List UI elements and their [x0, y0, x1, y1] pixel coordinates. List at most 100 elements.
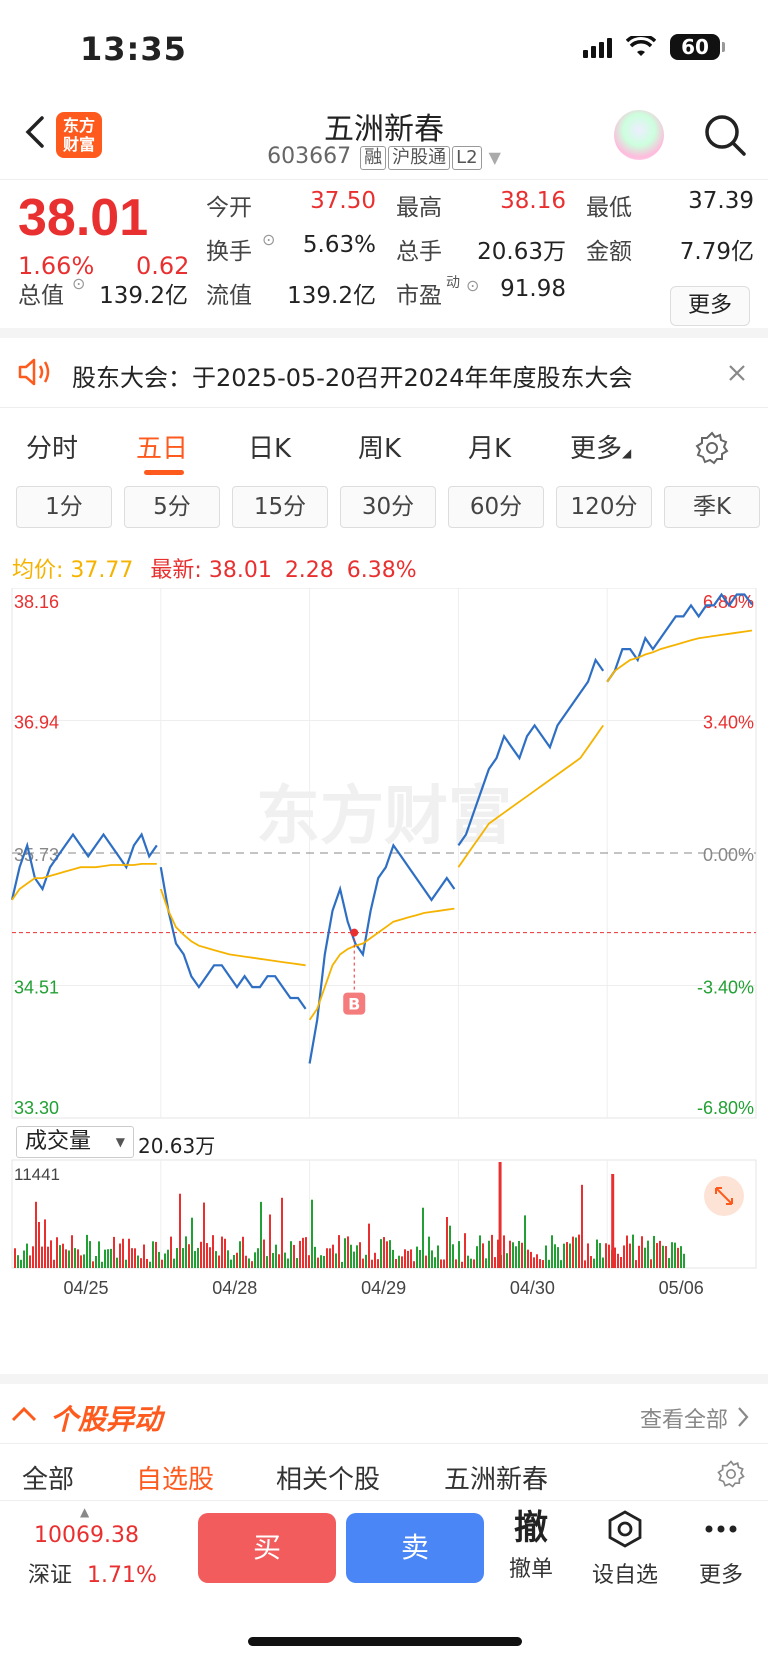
volume-bar — [671, 1242, 673, 1268]
volume-bar — [191, 1217, 193, 1268]
volume-bar — [257, 1248, 259, 1268]
tab-five-day[interactable]: 五日 — [136, 428, 188, 465]
stock-alert-section[interactable]: 个股异动 查看全部 — [0, 1374, 768, 1444]
float-value: 139.2亿 — [287, 283, 376, 309]
subtab-5min[interactable]: 5分 — [124, 486, 220, 528]
subtab-60min[interactable]: 60分 — [448, 486, 544, 528]
volume-bar — [434, 1257, 436, 1268]
volume-bar — [323, 1255, 325, 1268]
settings-gear-icon[interactable] — [694, 430, 730, 466]
notice-bar[interactable]: 股东大会：于2025-05-20召开2024年年度股东大会 — [0, 338, 768, 408]
volume-bar — [170, 1236, 172, 1268]
volume-bar — [407, 1250, 409, 1268]
volume-bar — [602, 1257, 604, 1268]
volume-bar — [668, 1258, 670, 1268]
volume-value: 20.63万 — [477, 239, 566, 265]
volume-bar — [569, 1243, 571, 1268]
feed-tab-stock[interactable]: 五洲新春 — [444, 1459, 548, 1496]
volume-bar — [254, 1252, 256, 1268]
close-icon[interactable] — [728, 364, 746, 382]
mktcap-value: 139.2亿 — [99, 283, 188, 309]
volume-bar — [377, 1259, 379, 1268]
volume-bar — [89, 1241, 91, 1268]
info-icon[interactable]: ⊙ — [262, 230, 275, 249]
volume-bar — [104, 1249, 106, 1268]
volume-bar — [539, 1259, 541, 1268]
index-line[interactable]: 深证 1.71% — [28, 1557, 157, 1589]
tab-weekly-k[interactable]: 周K — [358, 428, 401, 465]
volume-bar-spike — [611, 1174, 615, 1268]
volume-bar — [308, 1255, 310, 1268]
sell-button[interactable]: 卖 — [346, 1513, 484, 1583]
add-watchlist-button[interactable]: 设自选 — [590, 1509, 660, 1589]
feed-tab-related[interactable]: 相关个股 — [276, 1459, 380, 1496]
volume-bar — [467, 1255, 469, 1268]
subtab-30min[interactable]: 30分 — [340, 486, 436, 528]
volume-bar — [581, 1184, 583, 1268]
float-label: 流值 — [206, 283, 252, 309]
tab-daily-k[interactable]: 日K — [248, 428, 291, 465]
volume-bar — [14, 1248, 16, 1268]
subtab-15min[interactable]: 15分 — [232, 486, 328, 528]
volume-bar — [416, 1246, 418, 1268]
volume-bar — [635, 1260, 637, 1268]
volume-bar — [473, 1259, 475, 1268]
volume-bar — [680, 1246, 682, 1268]
volume-indicator-select[interactable]: 成交量 ▼ — [16, 1126, 134, 1158]
cancel-order-button[interactable]: 撤 撤单 — [496, 1509, 566, 1583]
buy-button[interactable]: 买 — [198, 1513, 336, 1583]
index-value[interactable]: 10069.38 — [34, 1523, 139, 1548]
low-value: 37.39 — [688, 188, 754, 214]
volume-bar — [503, 1235, 505, 1268]
settings-gear-icon[interactable] — [716, 1459, 746, 1489]
volume-bar — [26, 1243, 28, 1268]
volume-bar — [461, 1261, 463, 1268]
volume-bar — [584, 1260, 586, 1268]
volume-bar — [590, 1256, 592, 1268]
volume-bar — [419, 1249, 421, 1268]
view-all-link[interactable]: 查看全部 — [640, 1402, 728, 1434]
subtab-120min[interactable]: 120分 — [556, 486, 652, 528]
volume-bar — [536, 1254, 538, 1268]
chevron-down-icon[interactable]: ▼ — [489, 148, 501, 167]
more-button[interactable]: 更多 — [670, 286, 750, 326]
volume-bar — [137, 1255, 139, 1268]
feed-tab-watchlist[interactable]: 自选股 — [136, 1459, 214, 1496]
volume-bar — [428, 1236, 430, 1268]
volume-bar — [269, 1214, 271, 1268]
status-bar: 13:35 60 — [0, 0, 768, 100]
assistant-avatar[interactable] — [614, 110, 664, 160]
volume-bar — [155, 1241, 157, 1268]
volume-bar — [188, 1244, 190, 1268]
volume-bar — [587, 1243, 589, 1268]
volume-bar — [410, 1249, 412, 1268]
y-axis-label-right: -6.80% — [697, 1098, 754, 1118]
tab-more[interactable]: 更多◢ — [570, 428, 631, 465]
info-icon[interactable]: ⊙ — [72, 274, 85, 293]
volume-bar — [527, 1249, 529, 1268]
search-icon[interactable] — [700, 110, 750, 160]
chevron-up-icon — [11, 1406, 37, 1422]
volume-bar — [149, 1261, 151, 1268]
x-axis-label: 04/25 — [63, 1278, 108, 1298]
volume-bar — [74, 1248, 76, 1268]
tab-intraday[interactable]: 分时 — [26, 428, 78, 465]
chevron-right-icon — [738, 1407, 749, 1427]
volume-bar — [512, 1242, 514, 1268]
volume-bar — [326, 1248, 328, 1268]
subtab-quarter-k[interactable]: 季K — [664, 486, 760, 528]
more-menu-button[interactable]: 更多 — [686, 1509, 756, 1589]
minute-tabs: 1分 5分 15分 30分 60分 120分 季K — [0, 486, 768, 534]
five-day-chart[interactable]: 38.16 6.80%36.94 3.40%35.73 0.00%34.51 -3.40… — [0, 588, 768, 1388]
tag-l2: L2 — [452, 146, 482, 170]
volume-bar — [158, 1251, 160, 1268]
tab-monthly-k[interactable]: 月K — [468, 428, 511, 465]
subtab-1min[interactable]: 1分 — [16, 486, 112, 528]
status-time: 13:35 — [80, 30, 187, 68]
volume-bar — [245, 1255, 247, 1268]
volume-bar — [146, 1258, 148, 1268]
volume-bar — [68, 1250, 70, 1268]
feed-tab-all[interactable]: 全部 — [22, 1459, 74, 1496]
volume-bar — [659, 1240, 661, 1268]
latest-percent: 6.38% — [346, 558, 417, 583]
